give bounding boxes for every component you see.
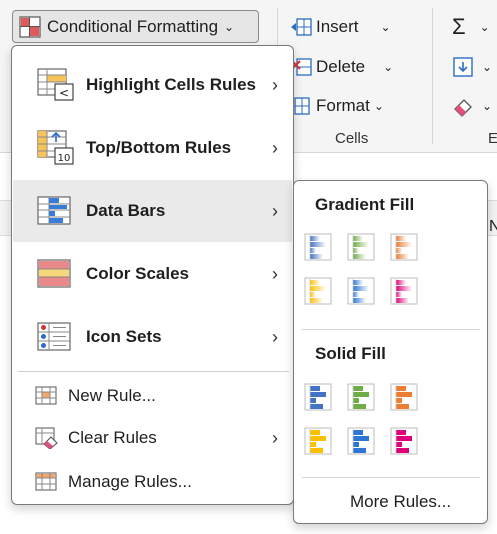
- delete-button[interactable]: Delete ⌄: [290, 56, 393, 78]
- icon-sets-icon: [37, 322, 71, 351]
- conditional-formatting-icon: [19, 15, 41, 38]
- chevron-down-icon: ⌄: [383, 60, 394, 74]
- menu-item-color-scales[interactable]: Color Scales ›: [13, 243, 292, 305]
- chevron-down-icon: ⌄: [479, 20, 490, 34]
- color-scales-icon: [37, 259, 71, 288]
- ribbon-separator: [432, 8, 433, 144]
- menu-item-highlight-cells-rules[interactable]: < Highlight Cells Rules ›: [13, 54, 292, 116]
- fill-down-icon: [453, 57, 473, 77]
- chevron-down-icon: ⌄: [373, 99, 384, 113]
- sigma-icon: Σ: [452, 14, 466, 39]
- menu-item-label: Data Bars: [86, 201, 166, 220]
- chevron-right-icon: ›: [272, 263, 278, 284]
- chevron-right-icon: ›: [272, 74, 278, 95]
- menu-item-label: Manage Rules...: [68, 472, 192, 491]
- conditional-formatting-button[interactable]: Conditional Formatting ⌄: [12, 10, 259, 43]
- more-rules-link[interactable]: More Rules...: [350, 492, 451, 512]
- chevron-right-icon: ›: [272, 427, 278, 448]
- manage-rules-icon: [35, 472, 57, 491]
- solid-data-bar-swatch[interactable]: [304, 427, 332, 455]
- column-header-letter: N: [489, 218, 497, 235]
- data-bars-submenu: Gradient Fill Solid Fill More Rules...: [293, 180, 488, 524]
- gradient-data-bar-swatch[interactable]: [390, 277, 418, 305]
- highlight-cells-icon: <: [37, 68, 74, 101]
- solid-data-bar-swatch[interactable]: [390, 383, 418, 411]
- gradient-data-bar-swatch[interactable]: [304, 233, 332, 261]
- top-bottom-icon: 10: [37, 130, 74, 165]
- chevron-down-icon: ⌄: [380, 20, 391, 34]
- format-button[interactable]: Format ⌄: [290, 95, 384, 117]
- format-label: Format: [316, 96, 370, 115]
- menu-item-label: New Rule...: [68, 386, 156, 405]
- autosum-button[interactable]: Σ ⌄: [452, 14, 490, 40]
- clear-button[interactable]: ⌄: [452, 95, 492, 117]
- cells-group-label: Cells: [335, 130, 369, 147]
- gradient-data-bar-swatch[interactable]: [390, 233, 418, 261]
- solid-data-bar-swatch[interactable]: [347, 383, 375, 411]
- menu-item-label: Color Scales: [86, 264, 189, 283]
- menu-separator: [18, 371, 289, 372]
- svg-text:<: <: [59, 86, 69, 100]
- menu-item-label: Clear Rules: [68, 428, 157, 447]
- chevron-down-icon: ⌄: [482, 99, 493, 113]
- delete-label: Delete: [316, 57, 366, 76]
- clear-rules-icon: [35, 427, 58, 449]
- fill-button[interactable]: ⌄: [452, 56, 492, 78]
- submenu-separator: [302, 477, 480, 478]
- chevron-right-icon: ›: [272, 200, 278, 221]
- menu-item-icon-sets[interactable]: Icon Sets ›: [13, 306, 292, 368]
- editing-group-label: E: [488, 130, 497, 147]
- menu-item-data-bars[interactable]: Data Bars ›: [13, 180, 292, 242]
- solid-data-bar-swatch[interactable]: [347, 427, 375, 455]
- gradient-data-bar-swatch[interactable]: [304, 277, 332, 305]
- solid-fill-heading: Solid Fill: [315, 344, 386, 363]
- eraser-icon: [454, 99, 472, 117]
- menu-item-label: Top/Bottom Rules: [86, 138, 232, 157]
- menu-item-manage-rules[interactable]: Manage Rules...: [13, 462, 292, 502]
- solid-data-bar-swatch[interactable]: [304, 383, 332, 411]
- conditional-formatting-label: Conditional Formatting: [47, 16, 219, 36]
- submenu-separator: [302, 329, 480, 330]
- svg-text:10: 10: [58, 153, 71, 164]
- insert-label: Insert: [316, 17, 359, 36]
- menu-item-top-bottom-rules[interactable]: 10 Top/Bottom Rules ›: [13, 117, 292, 179]
- chevron-down-icon: ⌄: [224, 19, 235, 34]
- data-bars-icon: [37, 196, 71, 225]
- chevron-down-icon: ⌄: [482, 60, 493, 74]
- menu-item-new-rule[interactable]: New Rule...: [13, 376, 292, 416]
- gradient-data-bar-swatch[interactable]: [347, 233, 375, 261]
- new-rule-icon: [35, 386, 57, 405]
- gradient-data-bar-swatch[interactable]: [347, 277, 375, 305]
- menu-item-label: Icon Sets: [86, 327, 162, 346]
- insert-cells-icon: [291, 18, 312, 36]
- chevron-right-icon: ›: [272, 137, 278, 158]
- menu-item-clear-rules[interactable]: Clear Rules ›: [13, 418, 292, 458]
- insert-button[interactable]: Insert ⌄: [290, 16, 391, 38]
- solid-data-bar-swatch[interactable]: [390, 427, 418, 455]
- chevron-right-icon: ›: [272, 326, 278, 347]
- gradient-fill-heading: Gradient Fill: [315, 195, 415, 214]
- conditional-formatting-menu: < Highlight Cells Rules › 10 Top/Bottom …: [11, 45, 294, 505]
- menu-item-label: Highlight Cells Rules: [86, 75, 257, 94]
